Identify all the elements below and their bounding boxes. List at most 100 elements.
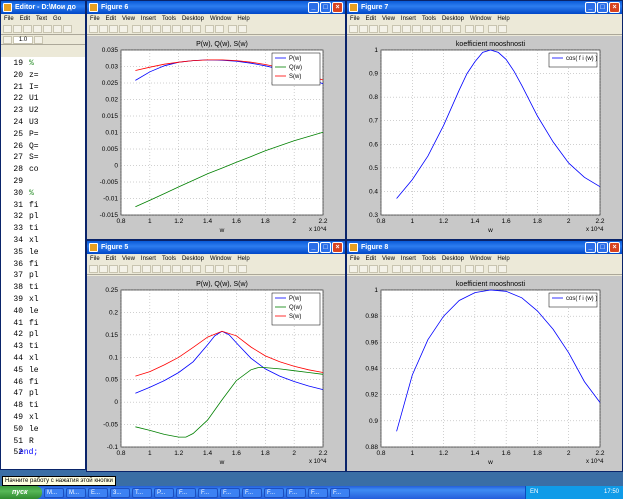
- zoom-field[interactable]: 1.0: [13, 35, 33, 44]
- brush-icon[interactable]: [452, 265, 461, 273]
- zoom-in-icon[interactable]: [402, 265, 411, 273]
- taskbar-button[interactable]: M...: [66, 487, 86, 498]
- undo-icon[interactable]: [63, 25, 72, 33]
- menu-item-insert[interactable]: Insert: [401, 254, 416, 264]
- menu-item-help[interactable]: Help: [237, 14, 249, 24]
- taskbar-button[interactable]: E...: [88, 487, 108, 498]
- brush-icon[interactable]: [192, 25, 201, 33]
- new-figure-icon[interactable]: [89, 265, 98, 273]
- cell-plus-icon[interactable]: [34, 35, 43, 44]
- minimize-icon[interactable]: _: [308, 2, 319, 13]
- menu-item-window[interactable]: Window: [210, 14, 231, 24]
- taskbar-button[interactable]: F...: [308, 487, 328, 498]
- hide-plot-icon[interactable]: [488, 25, 497, 33]
- code-line[interactable]: fi: [29, 201, 39, 210]
- zoom-in-icon[interactable]: [142, 25, 151, 33]
- menu-item-desktop[interactable]: Desktop: [182, 254, 204, 264]
- menu-item-view[interactable]: View: [122, 14, 135, 24]
- code-line[interactable]: ti: [29, 401, 39, 410]
- taskbar-button[interactable]: F...: [220, 487, 240, 498]
- menu-item-edit[interactable]: Edit: [366, 254, 376, 264]
- legend-icon[interactable]: [475, 265, 484, 273]
- figure-6-titlebar[interactable]: Figure 6 _ □ ×: [87, 1, 345, 14]
- menu-item-tools[interactable]: Tools: [422, 14, 436, 24]
- maximize-icon[interactable]: □: [597, 242, 608, 253]
- brush-icon[interactable]: [192, 265, 201, 273]
- close-icon[interactable]: ×: [332, 242, 343, 253]
- taskbar-button[interactable]: M...: [44, 487, 64, 498]
- cut-icon[interactable]: [33, 25, 42, 33]
- colorbar-icon[interactable]: [205, 265, 214, 273]
- print-icon[interactable]: [119, 265, 128, 273]
- print-icon[interactable]: [119, 25, 128, 33]
- code-line[interactable]: U2: [29, 106, 39, 115]
- zoom-out-icon[interactable]: [152, 265, 161, 273]
- figure-7-titlebar[interactable]: Figure 7 _ □ ×: [347, 1, 622, 14]
- code-line[interactable]: pl: [29, 271, 39, 280]
- minimize-icon[interactable]: _: [585, 242, 596, 253]
- code-line[interactable]: %: [29, 189, 34, 198]
- menu-item-window[interactable]: Window: [470, 14, 491, 24]
- datacursor-icon[interactable]: [182, 265, 191, 273]
- new-figure-icon[interactable]: [349, 265, 358, 273]
- code-line[interactable]: z=: [29, 71, 39, 80]
- zoom-out-icon[interactable]: [152, 25, 161, 33]
- editor-menu-file[interactable]: File: [4, 14, 14, 24]
- taskbar-button[interactable]: F...: [286, 487, 306, 498]
- code-line[interactable]: ti: [29, 224, 39, 233]
- minimize-icon[interactable]: _: [308, 242, 319, 253]
- menu-item-edit[interactable]: Edit: [366, 14, 376, 24]
- maximize-icon[interactable]: □: [597, 2, 608, 13]
- code-line[interactable]: le: [29, 425, 39, 434]
- print-icon[interactable]: [379, 265, 388, 273]
- menu-item-window[interactable]: Window: [470, 254, 491, 264]
- code-line[interactable]: fi: [29, 378, 39, 387]
- print-icon[interactable]: [379, 25, 388, 33]
- menu-item-desktop[interactable]: Desktop: [182, 14, 204, 24]
- menu-item-file[interactable]: File: [90, 14, 100, 24]
- pan-icon[interactable]: [162, 25, 171, 33]
- show-plot-icon[interactable]: [238, 265, 247, 273]
- colorbar-icon[interactable]: [205, 25, 214, 33]
- code-line[interactable]: R: [29, 437, 34, 446]
- menu-item-tools[interactable]: Tools: [162, 14, 176, 24]
- hide-plot-icon[interactable]: [228, 265, 237, 273]
- menu-item-insert[interactable]: Insert: [401, 14, 416, 24]
- zoom-in-icon[interactable]: [402, 25, 411, 33]
- close-icon[interactable]: ×: [332, 2, 343, 13]
- code-line[interactable]: fi: [29, 319, 39, 328]
- taskbar-button[interactable]: F...: [176, 487, 196, 498]
- show-plot-icon[interactable]: [498, 25, 507, 33]
- brush-icon[interactable]: [452, 25, 461, 33]
- paste-icon[interactable]: [53, 25, 62, 33]
- menu-item-edit[interactable]: Edit: [106, 14, 116, 24]
- save-icon[interactable]: [369, 25, 378, 33]
- editor-menu-go[interactable]: Go: [53, 14, 61, 24]
- code-line[interactable]: pl: [29, 389, 39, 398]
- figure-5-titlebar[interactable]: Figure 5 _ □ ×: [87, 241, 345, 254]
- code-line[interactable]: xl: [29, 354, 39, 363]
- rotate-icon[interactable]: [172, 265, 181, 273]
- open-icon[interactable]: [359, 25, 368, 33]
- start-button[interactable]: пуск: [0, 486, 42, 499]
- editor-menu-edit[interactable]: Edit: [20, 14, 30, 24]
- hide-plot-icon[interactable]: [228, 25, 237, 33]
- arrow-icon[interactable]: [132, 265, 141, 273]
- pan-icon[interactable]: [162, 265, 171, 273]
- colorbar-icon[interactable]: [465, 265, 474, 273]
- minimize-icon[interactable]: _: [585, 2, 596, 13]
- menu-item-desktop[interactable]: Desktop: [442, 254, 464, 264]
- legend-icon[interactable]: [215, 25, 224, 33]
- code-line[interactable]: xl: [29, 295, 39, 304]
- maximize-icon[interactable]: □: [320, 2, 331, 13]
- menu-item-view[interactable]: View: [122, 254, 135, 264]
- menu-item-tools[interactable]: Tools: [162, 254, 176, 264]
- editor-menu-text[interactable]: Text: [36, 14, 47, 24]
- code-line[interactable]: pl: [29, 330, 39, 339]
- rotate-icon[interactable]: [172, 25, 181, 33]
- code-line[interactable]: U3: [29, 118, 39, 127]
- new-figure-icon[interactable]: [89, 25, 98, 33]
- open-folder-icon[interactable]: [13, 25, 22, 33]
- datacursor-icon[interactable]: [182, 25, 191, 33]
- code-line[interactable]: xl: [29, 413, 39, 422]
